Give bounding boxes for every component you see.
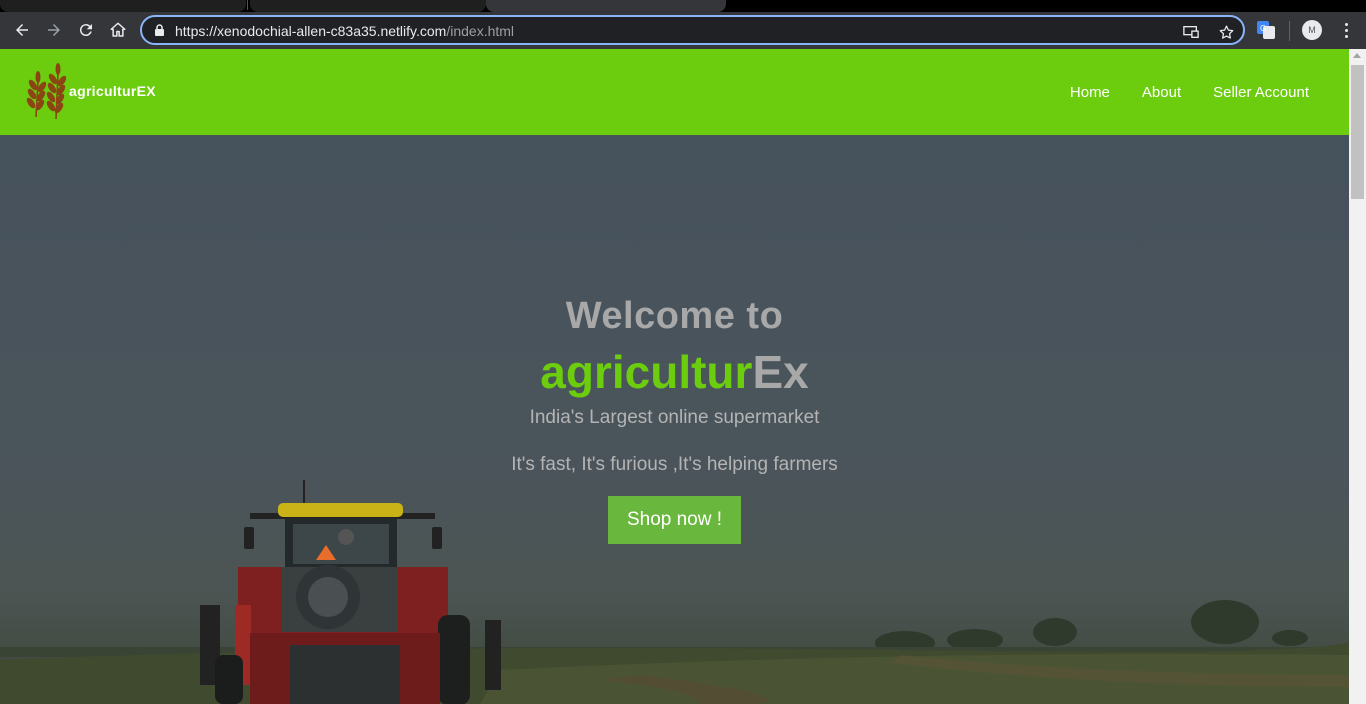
scroll-up-arrow-icon[interactable] [1353, 53, 1361, 58]
avatar-initial: M [1308, 25, 1316, 35]
hero-subtagline: It's fast, It's furious ,It's helping fa… [511, 454, 838, 475]
browser-toolbar: https://xenodochial-allen-c83a35.netlify… [0, 12, 1366, 49]
brand-highlight-grey: Ex [752, 346, 809, 398]
nav-link-seller-account[interactable]: Seller Account [1213, 84, 1309, 101]
toolbar-separator [1289, 21, 1290, 41]
address-bar[interactable]: https://xenodochial-allen-c83a35.netlify… [140, 15, 1245, 45]
browser-tab-2[interactable] [250, 0, 486, 12]
page-viewport: agriculturEX Home About Seller Account W… [0, 49, 1349, 704]
browser-menu-icon[interactable] [1337, 21, 1355, 39]
tab-strip [0, 0, 1366, 12]
lock-icon [155, 24, 164, 36]
cast-icon[interactable] [1182, 23, 1200, 41]
url-path: /index.html [446, 23, 515, 39]
brand-logo-link[interactable]: agriculturEX [22, 63, 156, 119]
nav-link-about[interactable]: About [1142, 84, 1181, 101]
hero-brand-heading: agriculturEx [0, 345, 1349, 399]
brand-highlight-green: agricultur [540, 346, 753, 398]
nav-link-home[interactable]: Home [1070, 84, 1110, 101]
site-navbar: agriculturEX Home About Seller Account [0, 49, 1349, 135]
scrollbar-thumb[interactable] [1351, 65, 1364, 199]
reload-icon[interactable] [74, 18, 98, 42]
forward-icon[interactable] [42, 18, 66, 42]
page-scrollbar[interactable] [1349, 49, 1366, 704]
bookmark-star-icon[interactable] [1217, 23, 1235, 41]
back-icon[interactable] [10, 18, 34, 42]
browser-tab-1[interactable] [0, 0, 246, 12]
browser-tab-active[interactable] [486, 0, 726, 12]
hero-welcome-heading: Welcome to [565, 295, 784, 337]
wheat-logo-icon [26, 63, 67, 119]
url-text: https://xenodochial-allen-c83a35.netlify… [175, 23, 514, 39]
hero-content: Welcome to agriculturEx India's Largest … [0, 295, 1349, 544]
tab-divider [247, 0, 248, 10]
main-nav: Home About Seller Account [1070, 49, 1309, 135]
translate-extension-icon[interactable]: G [1257, 21, 1275, 39]
home-icon[interactable] [106, 18, 130, 42]
hero-tagline: India's Largest online supermarket [529, 407, 820, 428]
brand-name: agriculturEX [69, 83, 156, 99]
hero-banner: Welcome to agriculturEx India's Largest … [0, 135, 1349, 704]
shop-now-button[interactable]: Shop now ! [608, 496, 741, 544]
profile-avatar[interactable]: M [1302, 20, 1322, 40]
url-host: https://xenodochial-allen-c83a35.netlify… [175, 23, 447, 39]
svg-text:G: G [1260, 24, 1266, 33]
